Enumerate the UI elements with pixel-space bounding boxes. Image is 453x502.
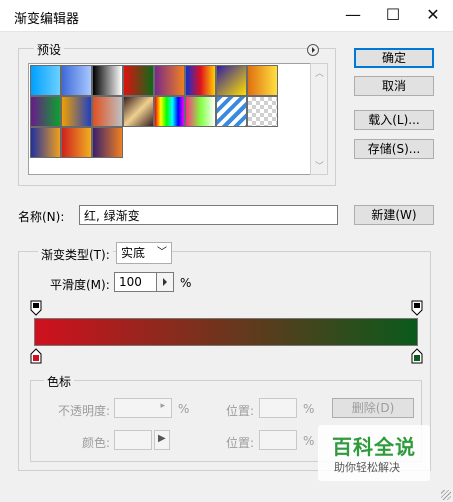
color-label: 颜色:: [82, 436, 111, 450]
gradient-type-value: 实底: [121, 246, 146, 260]
color-swatch[interactable]: [114, 430, 152, 450]
title-bar: 渐变编辑器 — ☐ ✕: [0, 0, 453, 32]
color-location-input[interactable]: [259, 430, 297, 450]
window-title: 渐变编辑器: [14, 12, 80, 27]
scroll-up-icon[interactable]: ︿: [315, 66, 324, 79]
save-button[interactable]: 存储(S)...: [354, 139, 434, 159]
triangle-right-icon: [163, 278, 167, 286]
chevron-down-icon: ﹀: [157, 247, 167, 258]
scroll-down-icon[interactable]: ﹀: [315, 159, 324, 172]
preset-swatch[interactable]: [247, 65, 278, 96]
opacity-location-input[interactable]: [259, 398, 297, 418]
opacity-stop-left[interactable]: [30, 300, 42, 316]
load-button[interactable]: 载入(L)...: [354, 110, 434, 130]
smoothness-label: 平滑度(M):: [50, 278, 110, 292]
preset-swatch[interactable]: [30, 127, 61, 158]
color-location-label: 位置:: [226, 436, 255, 450]
preset-swatch[interactable]: [30, 65, 61, 96]
preset-swatch[interactable]: [92, 65, 123, 96]
maximize-button[interactable]: ☐: [373, 0, 413, 32]
preset-swatch[interactable]: [185, 65, 216, 96]
opacity-stop-right[interactable]: [411, 300, 423, 316]
preset-swatch[interactable]: [92, 127, 123, 158]
triangle-right-icon: ▸: [160, 401, 165, 411]
color-location-unit: %: [303, 434, 315, 448]
color-stops-label: 色标: [44, 373, 75, 390]
gradient-type-label: 渐变类型(T):: [38, 246, 113, 263]
ok-button[interactable]: 确定: [354, 48, 434, 68]
preset-swatch[interactable]: [154, 65, 185, 96]
preset-swatch[interactable]: [216, 96, 247, 127]
opacity-input[interactable]: ▸: [114, 398, 172, 418]
gradient-type-select[interactable]: 实底 ﹀: [116, 242, 172, 264]
color-stop-left[interactable]: [30, 348, 42, 364]
triangle-right-icon: ▶: [158, 433, 166, 444]
new-button[interactable]: 新建(W): [354, 205, 434, 225]
preset-swatch[interactable]: [61, 65, 92, 96]
close-button[interactable]: ✕: [413, 0, 453, 32]
preset-swatch[interactable]: [92, 96, 123, 127]
smoothness-unit: %: [180, 276, 192, 290]
preset-swatch-grid: [28, 63, 316, 175]
preset-swatch[interactable]: [123, 96, 154, 127]
opacity-location-unit: %: [303, 402, 315, 416]
preset-swatch[interactable]: [154, 96, 185, 127]
preset-swatch[interactable]: [216, 65, 247, 96]
watermark-main: 百科全说: [332, 435, 416, 459]
watermark-sub: 助你轻松解决: [334, 461, 400, 474]
preset-swatch[interactable]: [185, 96, 216, 127]
preset-swatch[interactable]: [61, 96, 92, 127]
presets-menu-icon[interactable]: [307, 44, 319, 56]
resize-grip-icon[interactable]: [441, 490, 451, 500]
smoothness-input[interactable]: [114, 272, 160, 292]
opacity-location-label: 位置:: [226, 404, 255, 418]
name-input[interactable]: [79, 205, 338, 225]
minimize-button[interactable]: —: [333, 0, 373, 32]
smoothness-dropdown-button[interactable]: [156, 272, 174, 292]
name-label: 名称(N):: [18, 210, 65, 224]
preset-swatch[interactable]: [61, 127, 92, 158]
presets-label: 预设: [34, 41, 65, 58]
opacity-unit: %: [178, 402, 190, 416]
preset-swatch[interactable]: [30, 96, 61, 127]
delete-button[interactable]: 删除(D): [332, 398, 414, 418]
cancel-button[interactable]: 取消: [354, 76, 434, 96]
preset-scrollbar[interactable]: ︿ ﹀: [310, 63, 328, 175]
color-picker-button[interactable]: ▶: [154, 430, 170, 450]
watermark: 百科全说 助你轻松解决: [318, 425, 430, 481]
preset-swatch[interactable]: [123, 65, 154, 96]
color-stop-right[interactable]: [411, 348, 423, 364]
preset-swatch[interactable]: [247, 96, 278, 127]
gradient-preview-bar[interactable]: [34, 318, 418, 346]
opacity-label: 不透明度:: [58, 404, 111, 418]
